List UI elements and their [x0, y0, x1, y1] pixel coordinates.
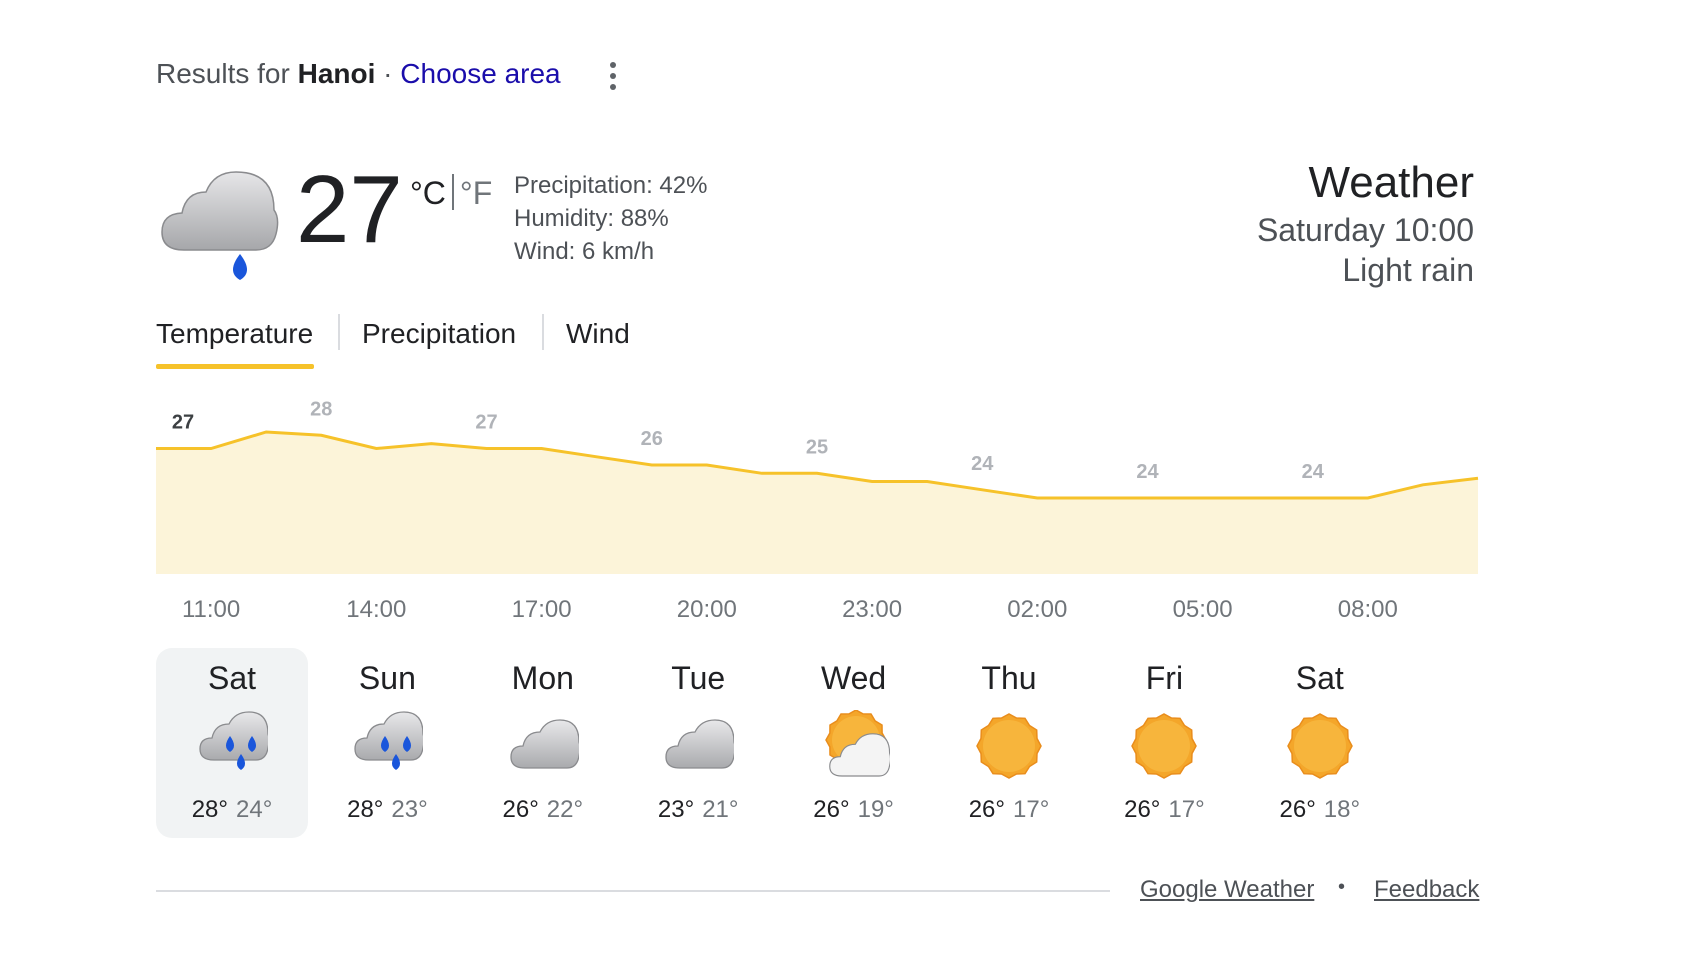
- tab-divider: [338, 314, 340, 350]
- hour-tick-label: 17:00: [511, 596, 572, 623]
- day-high: 26°: [968, 796, 1005, 823]
- day-high: 26°: [502, 796, 539, 823]
- heavy-rain-icon: [351, 710, 426, 782]
- choose-area-link[interactable]: Choose area: [400, 58, 560, 89]
- temperature-label: 28: [310, 398, 332, 420]
- weather-title: Weather: [1308, 158, 1475, 207]
- day-temperatures: 26° 22°: [467, 796, 619, 824]
- sunny-icon: [1128, 710, 1200, 782]
- day-card[interactable]: Mon 26° 22°: [467, 648, 619, 838]
- tab-temperature[interactable]: Temperature: [156, 318, 313, 350]
- results-header: Results for Hanoi · Choose area: [156, 58, 561, 90]
- temperature-label: 25: [806, 436, 828, 458]
- day-temperatures: 28° 24°: [156, 796, 308, 824]
- day-high: 26°: [1279, 796, 1316, 823]
- day-name: Fri: [1145, 660, 1184, 696]
- sunny-icon: [973, 710, 1045, 782]
- day-high: 26°: [1124, 796, 1161, 823]
- selected-tab-indicator: [156, 364, 314, 369]
- hour-tick-label: 02:00: [1007, 596, 1068, 623]
- temperature-label: 24: [971, 453, 994, 475]
- hour-tick-label: 23:00: [842, 596, 903, 623]
- hour-tick-label: 11:00: [181, 596, 241, 623]
- celsius-toggle[interactable]: °C: [410, 175, 446, 211]
- more-vert-icon[interactable]: [598, 56, 628, 96]
- hour-tick-label: 05:00: [1172, 596, 1233, 623]
- heavy-rain-icon: [196, 710, 270, 782]
- hour-tick-label: 08:00: [1337, 596, 1398, 623]
- day-name: Sat: [207, 660, 257, 696]
- tab-wind[interactable]: Wind: [566, 318, 630, 350]
- results-prefix: Results for: [156, 58, 290, 89]
- day-temperatures: 26° 18°: [1244, 796, 1396, 824]
- unit-switcher: °C °F: [410, 174, 492, 212]
- day-temperatures: 28° 23°: [311, 796, 463, 824]
- tab-precipitation[interactable]: Precipitation: [362, 318, 516, 350]
- sunny-icon: [1284, 710, 1356, 782]
- day-low: 23°: [391, 796, 428, 823]
- google-weather-link[interactable]: Google Weather: [1140, 876, 1314, 904]
- day-low: 19°: [857, 796, 894, 823]
- rain-icon: [161, 171, 279, 280]
- temperature-label: 24: [1136, 461, 1159, 483]
- temperature-label: 24: [1302, 461, 1325, 483]
- fahrenheit-toggle[interactable]: °F: [460, 175, 492, 211]
- temperature-line: [156, 430, 1479, 500]
- temperature-area: [156, 432, 1478, 574]
- separator: ·: [383, 58, 393, 89]
- day-card[interactable]: Wed 26° 19°: [778, 648, 930, 838]
- day-card[interactable]: Sat 26° 18°: [1244, 648, 1396, 838]
- hour-tick-label: 20:00: [676, 596, 737, 623]
- day-high: 28°: [347, 796, 384, 823]
- partly-cloudy-icon: [818, 709, 891, 782]
- day-name: Tue: [671, 660, 726, 696]
- day-low: 17°: [1168, 796, 1205, 823]
- day-low: 18°: [1323, 796, 1361, 823]
- day-card[interactable]: Sun 28° 23°: [311, 648, 463, 838]
- temperature-label: 26: [641, 428, 663, 450]
- unit-divider: [451, 174, 454, 210]
- footer-divider: [156, 890, 1110, 892]
- day-temperatures: 26° 19°: [778, 796, 930, 824]
- weather-description: Light rain: [1342, 252, 1474, 288]
- weather-time: Saturday 10:00: [1256, 212, 1474, 248]
- day-card[interactable]: Thu 26° 17°: [933, 648, 1085, 838]
- day-high: 26°: [813, 796, 850, 823]
- day-name: Sat: [1295, 660, 1344, 696]
- humidity-value: Humidity: 88%: [514, 205, 669, 232]
- temperature-labels: 27 28 27 26 25 24 24 24: [172, 398, 1325, 483]
- day-card[interactable]: Sat 28° 24°: [156, 648, 308, 838]
- cloudy-icon: [507, 710, 581, 782]
- day-card[interactable]: Tue 23° 21°: [622, 648, 774, 838]
- day-temperatures: 23° 21°: [622, 796, 774, 824]
- day-low: 17°: [1013, 796, 1050, 823]
- day-low: 21°: [702, 796, 739, 823]
- day-temperatures: 26° 17°: [1088, 796, 1240, 824]
- day-low: 22°: [546, 796, 584, 823]
- day-low: 24°: [236, 796, 273, 823]
- tab-divider: [542, 314, 544, 350]
- location-name: Hanoi: [297, 58, 376, 89]
- day-temperatures: 26° 17°: [933, 796, 1085, 824]
- feedback-link[interactable]: Feedback: [1374, 876, 1479, 904]
- day-name: Sun: [358, 660, 416, 696]
- day-name: Thu: [981, 660, 1037, 696]
- temperature-label: 27: [172, 412, 194, 434]
- day-high: 23°: [657, 796, 695, 823]
- temperature-label: 27: [475, 412, 497, 434]
- day-high: 28°: [191, 796, 228, 823]
- hour-tick-label: 14:00: [346, 596, 407, 623]
- precipitation-value: Precipitation: 42%: [514, 172, 708, 199]
- footer-dot: •: [1338, 876, 1346, 898]
- day-card[interactable]: Fri 26° 17°: [1088, 648, 1240, 838]
- cloudy-icon: [662, 710, 736, 782]
- day-name: Wed: [820, 660, 887, 696]
- current-temperature: 27: [296, 156, 403, 263]
- day-name: Mon: [511, 660, 574, 696]
- wind-value: Wind: 6 km/h: [514, 238, 655, 265]
